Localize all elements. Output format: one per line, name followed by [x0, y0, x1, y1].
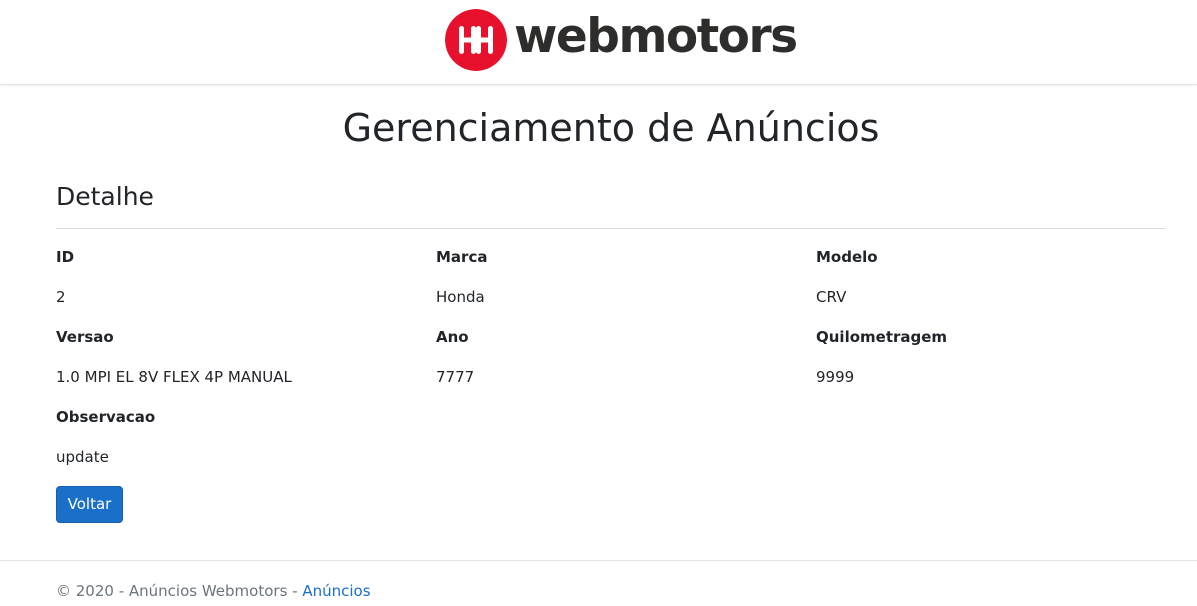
back-button[interactable]: Voltar	[56, 486, 123, 523]
footer-divider	[0, 560, 1197, 561]
field-value-modelo: CRV	[816, 288, 847, 306]
section-title-detalhe: Detalhe	[56, 182, 154, 211]
webmotors-logo[interactable]: webmotors	[445, 8, 798, 72]
footer: © 2020 - Anúncios Webmotors - Anúncios	[56, 580, 371, 602]
field-value-marca: Honda	[436, 288, 485, 306]
field-value-observacao: update	[56, 448, 109, 466]
field-label-quilometragem: Quilometragem	[816, 328, 948, 346]
page-title: Gerenciamento de Anúncios	[342, 106, 880, 150]
field-label-marca: Marca	[436, 248, 488, 266]
logo-wordmark: webmotors	[514, 8, 798, 64]
field-label-observacao: Observacao	[56, 408, 156, 426]
footer-copyright: © 2020 - Anúncios Webmotors -	[56, 582, 303, 600]
site-header: webmotors	[0, 0, 1197, 85]
field-value-id: 2	[56, 288, 66, 306]
section-divider	[56, 228, 1166, 229]
field-label-id: ID	[56, 248, 75, 266]
field-value-versao: 1.0 MPI EL 8V FLEX 4P MANUAL	[56, 368, 292, 386]
footer-link-anuncios[interactable]: Anúncios	[302, 582, 370, 600]
field-label-modelo: Modelo	[816, 248, 878, 266]
field-label-versao: Versao	[56, 328, 114, 346]
field-label-ano: Ano	[436, 328, 469, 346]
field-value-ano: 7777	[436, 368, 475, 386]
webmotors-logo-icon	[445, 9, 507, 71]
field-value-quilometragem: 9999	[816, 368, 855, 386]
